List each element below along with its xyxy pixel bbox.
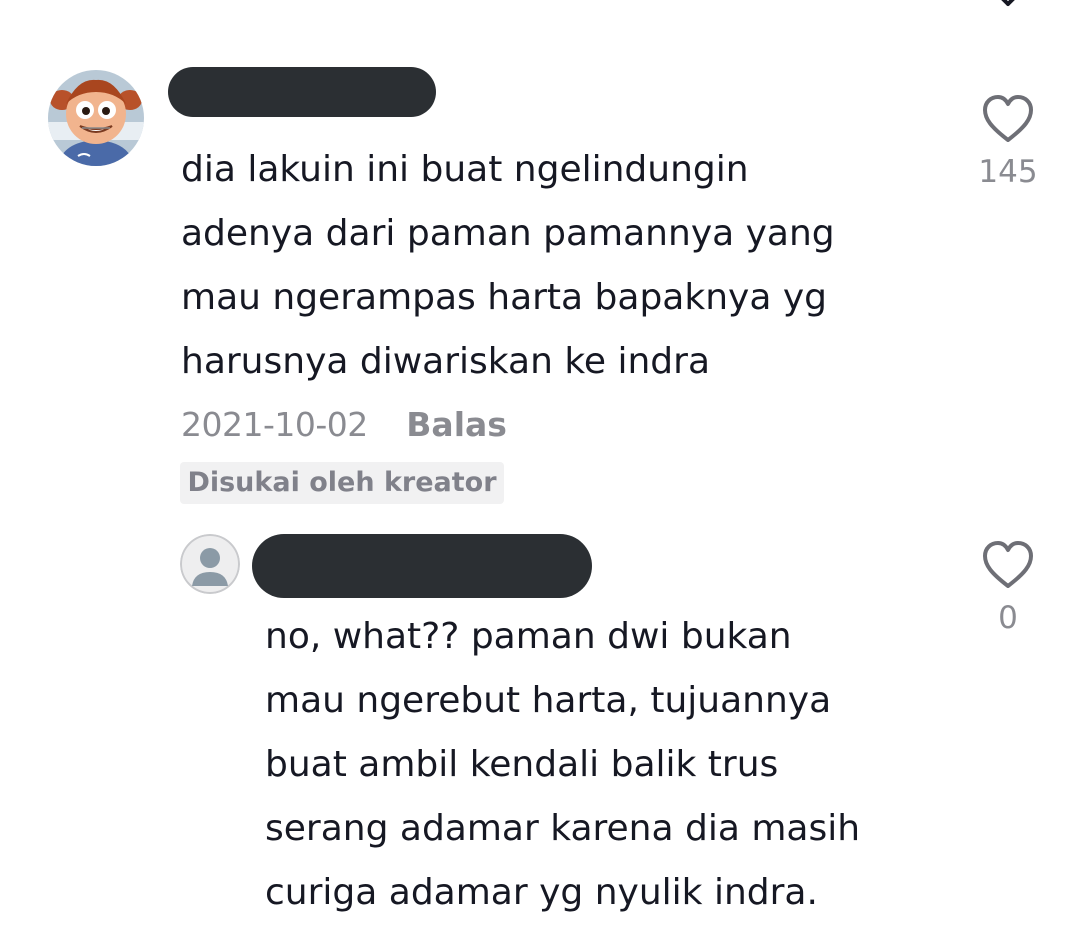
- comment-text-line: harusnya diwariskan ke indra: [181, 341, 711, 382]
- reply-button[interactable]: Balas: [406, 405, 507, 444]
- reply-text-line: curiga adamar yg nyulik indra.: [265, 872, 818, 913]
- reply-text-line: no, what?? paman dwi bukan: [265, 616, 792, 657]
- reply-text: no, what?? paman dwi bukan mau ngerebut …: [265, 605, 860, 925]
- avatar[interactable]: [180, 534, 240, 594]
- comment-meta: 2021-10-02 Balas: [181, 402, 507, 448]
- comment-text-line: mau ngerampas harta bapaknya yg: [181, 277, 827, 318]
- redacted-username: [168, 67, 436, 117]
- reply-text-line: serang adamar karena dia masih: [265, 808, 861, 849]
- like-count: 0: [998, 600, 1018, 636]
- reply-text-line: mau ngerebut harta, tujuannya: [265, 680, 832, 721]
- cartoon-avatar-icon: [48, 70, 144, 166]
- close-icon[interactable]: [986, 0, 1030, 14]
- heart-outline-icon[interactable]: [981, 540, 1035, 590]
- reply-text-line: buat ambil kendali balik trus: [265, 744, 779, 785]
- redacted-username: [252, 534, 592, 598]
- like-button[interactable]: 145: [960, 94, 1056, 192]
- comment-date: 2021-10-02: [181, 405, 368, 444]
- comment-text-line: adenya dari paman pamannya yang: [181, 213, 835, 254]
- comment-text: dia lakuin ini buat ngelindungin adenya …: [181, 138, 835, 394]
- like-count: 145: [978, 154, 1038, 190]
- liked-by-creator-badge: Disukai oleh kreator: [180, 462, 504, 504]
- comment-text-line: dia lakuin ini buat ngelindungin: [181, 149, 749, 190]
- like-button[interactable]: 0: [960, 540, 1056, 638]
- heart-outline-icon[interactable]: [981, 94, 1035, 144]
- avatar[interactable]: [48, 70, 144, 166]
- person-placeholder-icon: [180, 534, 240, 594]
